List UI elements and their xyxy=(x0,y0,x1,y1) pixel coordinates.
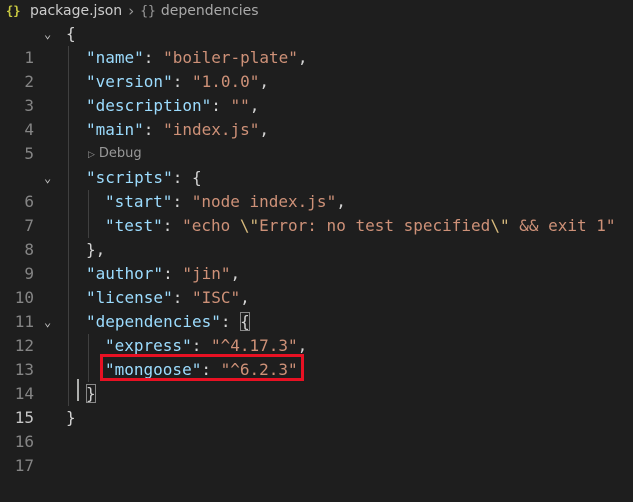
code-line[interactable]: 6 ⌄ "scripts": { xyxy=(0,166,633,211)
json-value: "index.js" xyxy=(163,120,260,139)
code-line[interactable]: 16 } xyxy=(0,406,633,451)
json-key: "name" xyxy=(86,48,144,67)
code-line[interactable]: 13 "express": "^4.17.3", xyxy=(0,334,633,379)
code-line[interactable]: 4 "description": "", xyxy=(0,94,633,139)
json-value: "" xyxy=(230,96,250,115)
text-cursor xyxy=(77,379,79,401)
code-line[interactable]: 7 "start": "node index.js", xyxy=(0,190,633,235)
code-line[interactable]: 10 "author": "jin", xyxy=(0,262,633,307)
json-key: "start" xyxy=(105,192,173,211)
code-line[interactable]: 8 "test": "echo \"Error: no test specifi… xyxy=(0,214,633,259)
brace: }, xyxy=(86,240,106,259)
debug-label: Debug xyxy=(98,146,142,161)
json-key: "author" xyxy=(86,264,164,283)
object-symbol-icon: {} xyxy=(140,3,156,19)
escape-sequence: \" xyxy=(490,216,510,235)
matched-bracket: { xyxy=(240,312,250,331)
code-line[interactable]: 9 }, xyxy=(0,238,633,283)
json-value: "node index.js" xyxy=(191,192,337,211)
escape-sequence: \" xyxy=(239,216,260,235)
code-line[interactable]: 14 "mongoose": "^6.2.3" xyxy=(0,358,633,403)
line-number: 17 xyxy=(14,456,34,475)
matched-bracket: } xyxy=(86,384,96,403)
json-value: "echo xyxy=(182,216,240,235)
json-key: "description" xyxy=(86,96,212,115)
json-value: && exit 1" xyxy=(509,216,616,235)
debug-codelens[interactable]: ▷ Debug xyxy=(88,142,142,166)
code-line[interactable]: 1 ⌄ { xyxy=(0,22,633,67)
json-value: "1.0.0" xyxy=(191,72,260,91)
code-line-current[interactable]: 15 } xyxy=(0,382,633,427)
code-editor[interactable]: 1 ⌄ { 2 "name": "boiler-plate", 3 "versi… xyxy=(0,22,633,475)
fold-chevron-icon[interactable]: ⌄ xyxy=(44,22,51,46)
code-line[interactable]: 2 "name": "boiler-plate", xyxy=(0,46,633,91)
code-line[interactable]: 11 "license": "ISC", xyxy=(0,286,633,331)
line-number: 5 xyxy=(24,144,34,163)
code-line[interactable]: 17 xyxy=(0,430,633,475)
play-triangle-icon: ▷ xyxy=(88,150,95,160)
json-value: Error: no test specified xyxy=(259,216,491,235)
json-value: "boiler-plate" xyxy=(163,48,298,67)
json-key: "license" xyxy=(86,288,173,307)
brace: { xyxy=(66,24,76,43)
json-file-icon: {} xyxy=(6,4,21,18)
code-line[interactable]: 3 "version": "1.0.0", xyxy=(0,70,633,115)
json-key: "scripts" xyxy=(86,168,173,187)
red-annotation-box xyxy=(100,354,304,381)
json-key: "express" xyxy=(105,336,192,355)
json-value: "^4.17.3" xyxy=(210,336,298,355)
fold-chevron-icon[interactable]: ⌄ xyxy=(44,310,51,334)
json-value: "jin" xyxy=(182,264,231,283)
code-line[interactable]: 5 "main": "index.js", xyxy=(0,118,633,163)
chevron-right-icon: › xyxy=(128,2,135,20)
breadcrumb: {} package.json › {} dependencies xyxy=(0,0,633,22)
breadcrumb-file[interactable]: package.json xyxy=(30,3,122,19)
brace: } xyxy=(66,408,76,427)
json-key: "version" xyxy=(86,72,173,91)
breadcrumb-symbol[interactable]: dependencies xyxy=(161,3,259,19)
json-key: "test" xyxy=(105,216,163,235)
fold-chevron-icon[interactable]: ⌄ xyxy=(44,166,51,190)
json-value: "ISC" xyxy=(191,288,241,307)
json-key: "main" xyxy=(86,120,144,139)
json-key: "dependencies" xyxy=(86,312,221,331)
code-line[interactable]: 12 ⌄ "dependencies": { xyxy=(0,310,633,355)
